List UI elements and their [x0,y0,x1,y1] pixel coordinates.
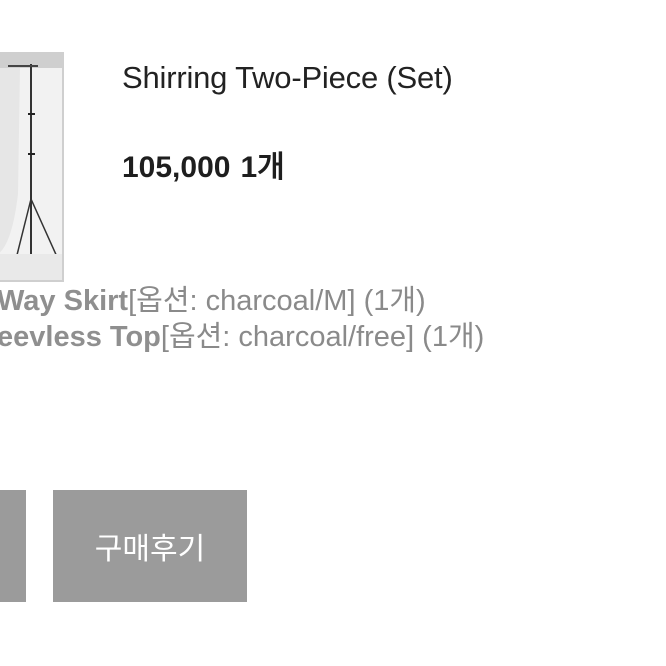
option-detail: [옵션: charcoal/M] (1개) [128,285,426,317]
option-name: eevless Top [0,321,161,353]
product-quantity: 1개 [240,151,285,184]
option-detail: [옵션: charcoal/free] (1개) [160,321,485,353]
option-row: Way Skirt[옵션: charcoal/M] (1개) [0,283,484,319]
option-list: Way Skirt[옵션: charcoal/M] (1개) eevless T… [0,283,484,355]
product-title[interactable]: Shirring Two-Piece (Set) [122,60,453,96]
product-thumbnail[interactable] [0,52,64,282]
order-item-card: Shirring Two-Piece (Set) 105,000 1개 Way S… [0,0,666,666]
price-line: 105,000 1개 [122,142,285,186]
product-photo-image [0,54,62,280]
write-review-button[interactable]: 구매후기 [53,490,247,602]
option-name: Way Skirt [0,285,129,317]
action-button-partial[interactable] [0,490,26,602]
product-price: 105,000 [122,151,231,184]
option-row: eevless Top[옵션: charcoal/free] (1개) [0,319,484,355]
